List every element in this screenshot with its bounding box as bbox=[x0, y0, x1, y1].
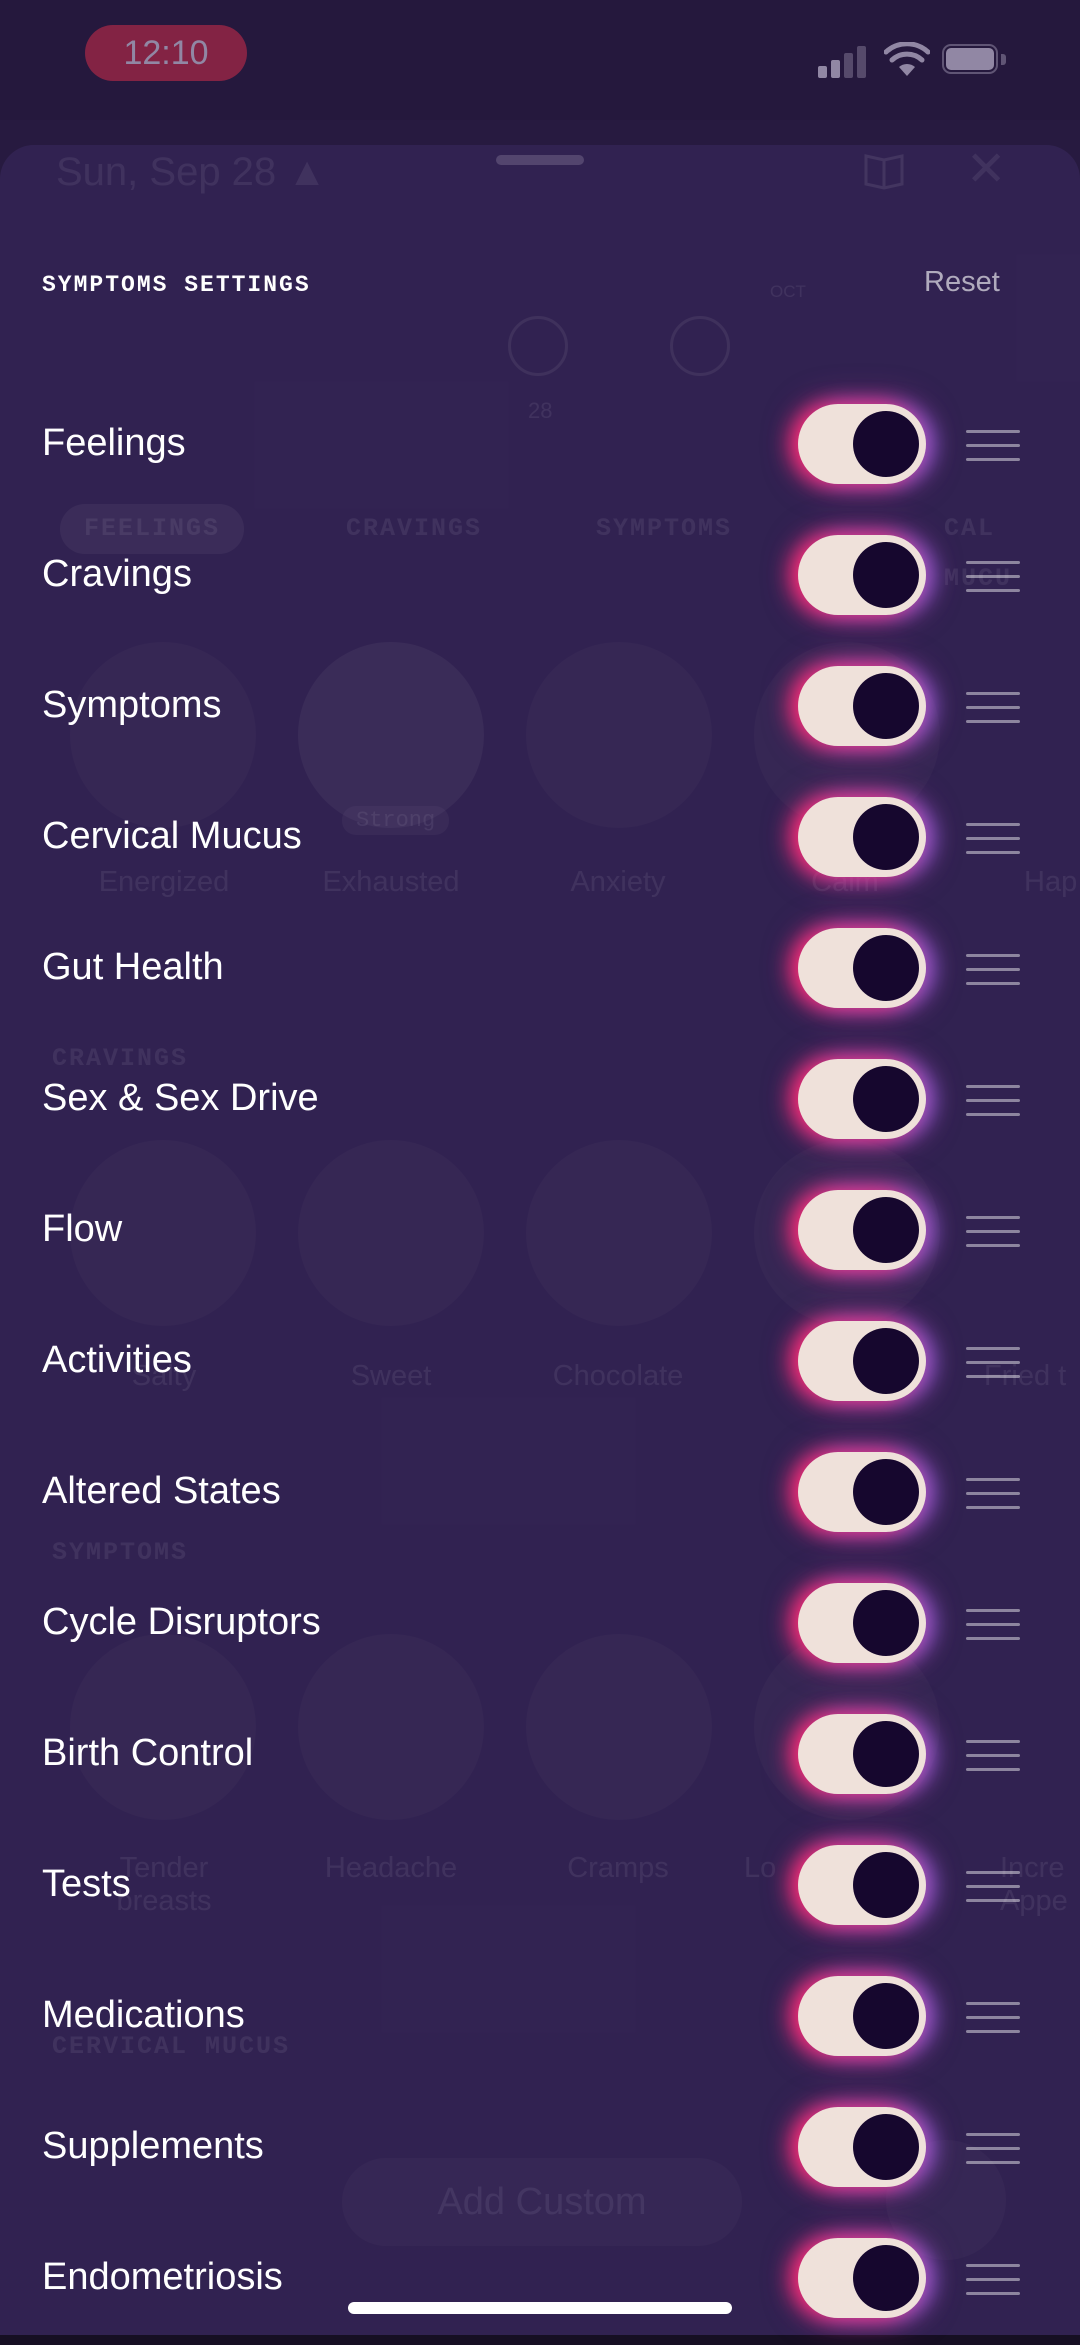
toggle-knob bbox=[853, 1721, 919, 1787]
status-bar: 12:10 bbox=[0, 0, 1080, 120]
sex-drive-toggle[interactable] bbox=[798, 1059, 926, 1139]
drag-handle-icon[interactable] bbox=[966, 1871, 1020, 1903]
row-label: Activities bbox=[42, 1339, 192, 1381]
toggle-knob bbox=[853, 1066, 919, 1132]
drag-handle-icon[interactable] bbox=[966, 561, 1020, 593]
wifi-icon bbox=[884, 42, 930, 76]
settings-row-activities: Activities bbox=[0, 1297, 1080, 1428]
settings-row-endometriosis: Endometriosis bbox=[0, 2214, 1080, 2345]
cycle-disruptors-toggle[interactable] bbox=[798, 1583, 926, 1663]
row-label: Medications bbox=[42, 1994, 245, 2036]
settings-title: SYMPTOMS SETTINGS bbox=[42, 272, 311, 298]
drag-handle-icon[interactable] bbox=[966, 1609, 1020, 1641]
birth-control-toggle[interactable] bbox=[798, 1714, 926, 1794]
cellular-signal-icon bbox=[818, 44, 870, 78]
toggle-knob bbox=[853, 2114, 919, 2180]
feelings-toggle[interactable] bbox=[798, 404, 926, 484]
drag-handle-icon[interactable] bbox=[966, 823, 1020, 855]
toggle-knob bbox=[853, 935, 919, 1001]
drag-handle-icon[interactable] bbox=[966, 2264, 1020, 2296]
altered-states-toggle[interactable] bbox=[798, 1452, 926, 1532]
endometriosis-toggle[interactable] bbox=[798, 2238, 926, 2318]
cravings-toggle[interactable] bbox=[798, 535, 926, 615]
settings-row-sex-drive: Sex & Sex Drive bbox=[0, 1035, 1080, 1166]
tests-toggle[interactable] bbox=[798, 1845, 926, 1925]
row-label: Altered States bbox=[42, 1470, 281, 1512]
settings-row-medications: Medications bbox=[0, 1952, 1080, 2083]
row-label: Supplements bbox=[42, 2125, 264, 2167]
activities-toggle[interactable] bbox=[798, 1321, 926, 1401]
drag-handle-icon[interactable] bbox=[966, 954, 1020, 986]
toggle-knob bbox=[853, 1590, 919, 1656]
row-label: Gut Health bbox=[42, 946, 224, 988]
row-label: Cervical Mucus bbox=[42, 815, 302, 857]
supplements-toggle[interactable] bbox=[798, 2107, 926, 2187]
moon-phase-icon bbox=[670, 316, 730, 376]
calendar-month: OCT bbox=[770, 282, 806, 301]
settings-row-feelings: Feelings bbox=[0, 380, 1080, 511]
drag-handle-icon[interactable] bbox=[966, 2133, 1020, 2165]
toggle-knob bbox=[853, 542, 919, 608]
cervical-mucus-toggle[interactable] bbox=[798, 797, 926, 877]
settings-row-flow: Flow bbox=[0, 1166, 1080, 1297]
toggle-knob bbox=[853, 411, 919, 477]
home-indicator[interactable] bbox=[348, 2302, 732, 2314]
row-label: Sex & Sex Drive bbox=[42, 1077, 319, 1119]
settings-row-cervical-mucus: Cervical Mucus bbox=[0, 773, 1080, 904]
drag-handle-icon[interactable] bbox=[966, 1478, 1020, 1510]
settings-row-supplements: Supplements bbox=[0, 2083, 1080, 2214]
battery-icon bbox=[942, 44, 1008, 76]
settings-row-cycle-disruptors: Cycle Disruptors bbox=[0, 1559, 1080, 1690]
row-label: Feelings bbox=[42, 422, 186, 464]
toggle-knob bbox=[853, 1459, 919, 1525]
settings-row-symptoms: Symptoms bbox=[0, 642, 1080, 773]
row-label: Birth Control bbox=[42, 1732, 254, 1774]
flow-toggle[interactable] bbox=[798, 1190, 926, 1270]
toggle-knob bbox=[853, 1197, 919, 1263]
row-label: Tests bbox=[42, 1863, 131, 1905]
settings-row-birth-control: Birth Control bbox=[0, 1690, 1080, 1821]
moon-phase-icon bbox=[508, 316, 568, 376]
drag-handle-icon[interactable] bbox=[966, 430, 1020, 462]
drag-handle-icon[interactable] bbox=[966, 1347, 1020, 1379]
drag-handle-icon[interactable] bbox=[966, 1085, 1020, 1117]
row-label: Cravings bbox=[42, 553, 192, 595]
date-selector: Sun, Sep 28 ▲ bbox=[56, 150, 327, 194]
settings-row-tests: Tests bbox=[0, 1821, 1080, 1952]
toggle-knob bbox=[853, 673, 919, 739]
toggle-knob bbox=[853, 1852, 919, 1918]
row-label: Symptoms bbox=[42, 684, 222, 726]
drag-handle-icon[interactable] bbox=[966, 692, 1020, 724]
drag-handle-icon[interactable] bbox=[966, 2002, 1020, 2034]
close-icon: ✕ bbox=[966, 143, 1007, 196]
sheet-grabber[interactable] bbox=[496, 155, 584, 165]
reset-button[interactable]: Reset bbox=[924, 266, 1000, 299]
row-label: Cycle Disruptors bbox=[42, 1601, 321, 1643]
row-label: Flow bbox=[42, 1208, 123, 1250]
settings-row-gut-health: Gut Health bbox=[0, 904, 1080, 1035]
row-label: Endometriosis bbox=[42, 2256, 283, 2298]
book-icon bbox=[864, 154, 904, 190]
medications-toggle[interactable] bbox=[798, 1976, 926, 2056]
gut-health-toggle[interactable] bbox=[798, 928, 926, 1008]
symptoms-toggle[interactable] bbox=[798, 666, 926, 746]
toggle-knob bbox=[853, 1328, 919, 1394]
toggle-knob bbox=[853, 1983, 919, 2049]
settings-row-altered-states: Altered States bbox=[0, 1428, 1080, 1559]
toggle-knob bbox=[853, 804, 919, 870]
settings-row-cravings: Cravings bbox=[0, 511, 1080, 642]
status-time: 12:10 bbox=[85, 25, 247, 81]
drag-handle-icon[interactable] bbox=[966, 1740, 1020, 1772]
drag-handle-icon[interactable] bbox=[966, 1216, 1020, 1248]
toggle-knob bbox=[853, 2245, 919, 2311]
